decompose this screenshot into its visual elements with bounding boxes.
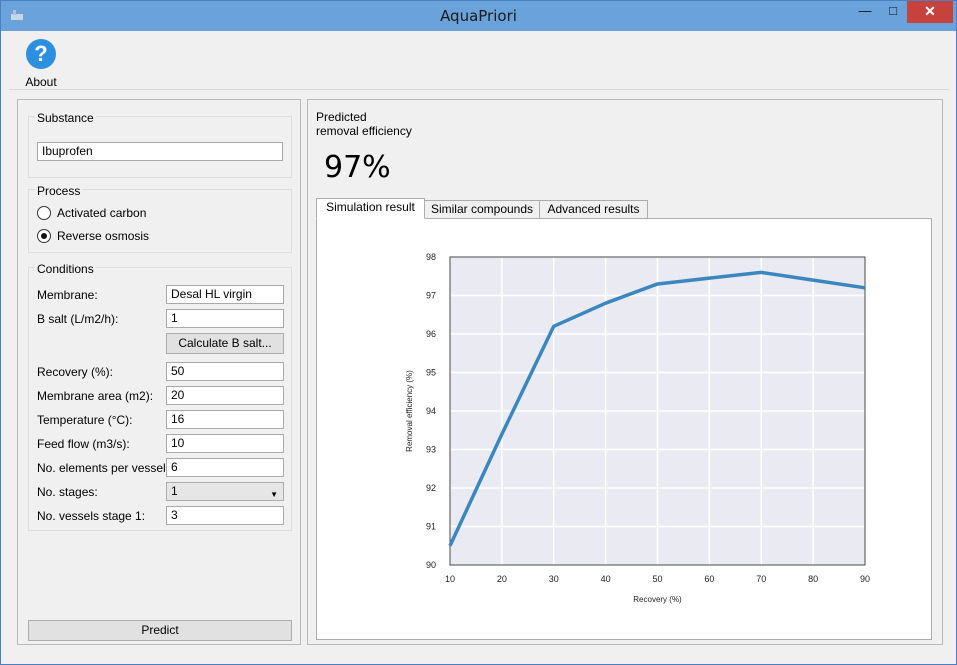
calculate-bsalt-button[interactable]: Calculate B salt...: [166, 333, 284, 354]
y-tick-label: 96: [426, 329, 436, 339]
prediction-label-line1: Predicted: [316, 110, 367, 124]
y-tick-label: 98: [426, 252, 436, 262]
feed-flow-input[interactable]: 10: [166, 434, 284, 453]
radio-indicator: [37, 205, 51, 220]
process-group-title: Process: [35, 184, 83, 198]
y-tick-label: 92: [426, 483, 436, 493]
x-tick-label: 40: [601, 574, 611, 584]
x-tick-label: 20: [497, 574, 507, 584]
y-tick-label: 95: [426, 368, 436, 378]
process-group: Process Activated carbon Reverse osmosis: [28, 184, 292, 253]
y-tick-label: 97: [426, 291, 436, 301]
temperature-input[interactable]: 16: [166, 410, 284, 429]
substance-group: Substance Ibuprofen: [28, 111, 292, 178]
y-tick-label: 90: [426, 560, 436, 570]
vessels-input[interactable]: 3: [166, 506, 284, 525]
bsalt-input[interactable]: 1: [166, 309, 284, 328]
removal-efficiency-chart: 10 20 30 40 50 60 70 80 90 90 91 92 93 94 95 96 97 98 Reco…: [405, 252, 870, 604]
stages-select-value: 1: [171, 484, 178, 498]
tab-simulation-result[interactable]: Simulation result: [316, 198, 425, 219]
prediction-label: Predicted removal efficiency: [316, 110, 412, 138]
about-label: About: [25, 75, 57, 89]
tab-advanced-results[interactable]: Advanced results: [539, 200, 648, 219]
conditions-group-title: Conditions: [35, 262, 96, 276]
radio-indicator-checked: [37, 228, 51, 243]
feed-flow-label: Feed flow (m3/s):: [37, 437, 130, 451]
membrane-area-input[interactable]: 20: [166, 386, 284, 405]
chevron-down-icon: ▼: [270, 490, 278, 499]
y-tick-label: 94: [426, 406, 436, 416]
window-title: AquaPriori: [440, 7, 517, 25]
y-axis-label: Removal efficiency (%): [405, 370, 414, 452]
tab-similar-compounds[interactable]: Similar compounds: [424, 200, 540, 219]
close-button[interactable]: ✕: [907, 1, 953, 23]
radio-reverse-osmosis[interactable]: Reverse osmosis: [37, 228, 150, 247]
substance-group-title: Substance: [35, 111, 96, 125]
simulation-result-tab-body: 10 20 30 40 50 60 70 80 90 90 91 92 93 94 95 96 97 98 Reco…: [316, 218, 932, 640]
elements-input[interactable]: 6: [166, 458, 284, 477]
x-tick-label: 30: [549, 574, 559, 584]
substance-input[interactable]: Ibuprofen: [37, 142, 283, 161]
x-tick-label: 80: [808, 574, 818, 584]
maximize-button[interactable]: □: [879, 1, 907, 23]
x-axis-label: Recovery (%): [633, 595, 682, 604]
recovery-input[interactable]: 50: [166, 362, 284, 381]
results-panel: Predicted removal efficiency 97% Simulat…: [307, 99, 943, 645]
radio-activated-carbon[interactable]: Activated carbon: [37, 205, 147, 224]
membrane-area-label: Membrane area (m2):: [37, 389, 154, 403]
about-button[interactable]: ? About: [21, 37, 61, 89]
vessels-label: No. vessels stage 1:: [37, 509, 146, 523]
conditions-group: Conditions Membrane: Desal HL virgin B s…: [28, 262, 292, 531]
x-tick-label: 90: [860, 574, 870, 584]
input-panel: Substance Ibuprofen Process Activated ca…: [17, 99, 301, 645]
membrane-input[interactable]: Desal HL virgin: [166, 285, 284, 304]
elements-label: No. elements per vessel:: [37, 461, 170, 475]
bsalt-label: B salt (L/m2/h):: [37, 312, 119, 326]
stages-select[interactable]: 1 ▼: [166, 482, 284, 501]
x-tick-label: 10: [445, 574, 455, 584]
temperature-label: Temperature (°C):: [37, 413, 133, 427]
stages-label: No. stages:: [37, 485, 98, 499]
y-tick-label: 91: [426, 522, 436, 532]
predict-button[interactable]: Predict: [28, 620, 292, 641]
y-tick-label: 93: [426, 445, 436, 455]
radio-label: Reverse osmosis: [57, 229, 150, 243]
prediction-label-line2: removal efficiency: [316, 124, 412, 138]
x-tick-label: 70: [756, 574, 766, 584]
toolbar: ? About: [9, 31, 949, 90]
title-bar: AquaPriori — □ ✕: [1, 1, 956, 31]
recovery-label: Recovery (%):: [37, 365, 114, 379]
app-window: AquaPriori — □ ✕ ? About Substance Ibupr…: [0, 0, 957, 665]
radio-label: Activated carbon: [57, 206, 147, 220]
prediction-value: 97%: [324, 150, 391, 185]
x-tick-label: 60: [704, 574, 714, 584]
minimize-button[interactable]: —: [851, 1, 879, 23]
x-tick-label: 50: [652, 574, 662, 584]
help-icon: ?: [26, 39, 56, 69]
membrane-label: Membrane:: [37, 288, 98, 302]
